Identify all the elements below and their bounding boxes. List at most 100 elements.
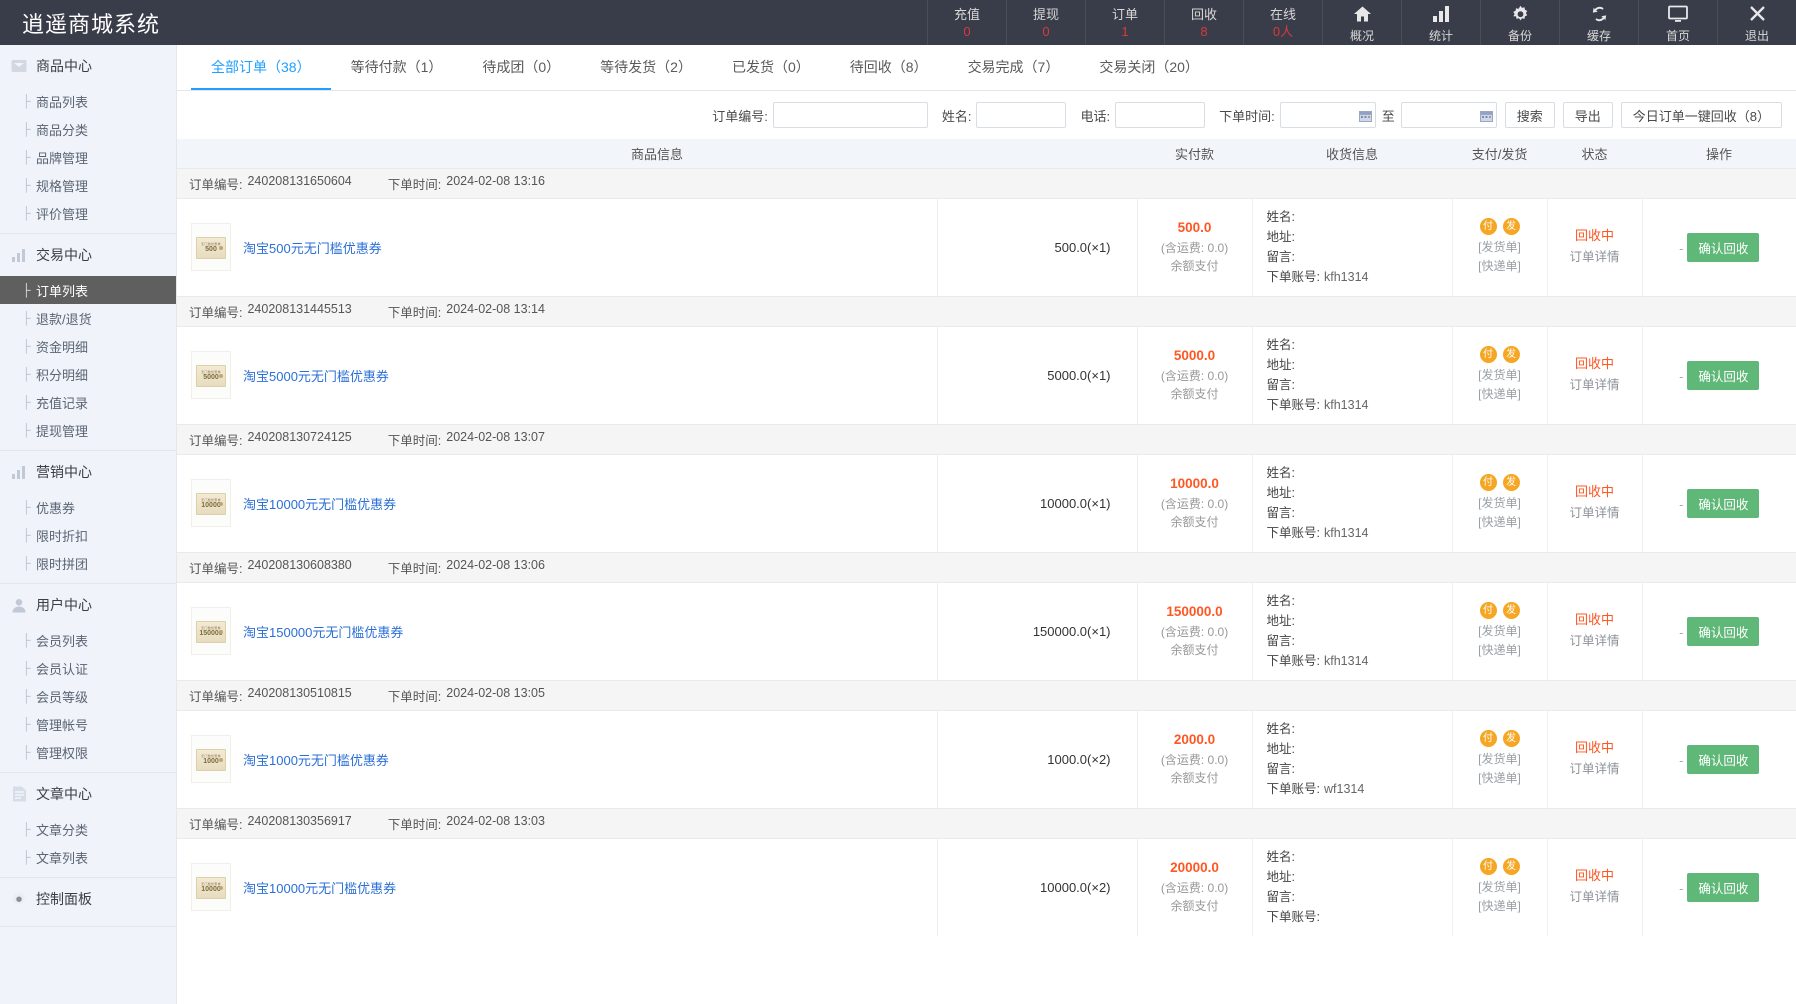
- order-no-field[interactable]: 订单编号:: [712, 102, 928, 128]
- express-note-link[interactable]: [快递单]: [1453, 897, 1547, 916]
- order-time-value: 2024-02-08 13:03: [446, 813, 545, 828]
- product-name-link[interactable]: 淘宝10000元无门槛优惠券: [243, 878, 396, 897]
- date-start-wrap[interactable]: [1279, 102, 1376, 128]
- tab-3[interactable]: 等待发货（2）: [580, 45, 712, 90]
- date-end-wrap[interactable]: [1400, 102, 1497, 128]
- order-account-label: 下单账号:: [1266, 270, 1320, 285]
- confirm-recycle-button[interactable]: 确认回收: [1687, 232, 1760, 262]
- order-detail-link[interactable]: 订单详情: [1548, 631, 1642, 652]
- sidebar-group-header[interactable]: 商品中心: [0, 45, 176, 87]
- sidebar-item-品牌管理[interactable]: ├ 品牌管理: [0, 143, 176, 171]
- order-detail-link[interactable]: 订单详情: [1548, 887, 1642, 908]
- express-note-link[interactable]: [快递单]: [1453, 769, 1547, 788]
- product-name-link[interactable]: 淘宝150000元无门槛优惠券: [243, 622, 403, 641]
- confirm-recycle-button[interactable]: 确认回收: [1687, 616, 1760, 646]
- order-time-label: 下单时间:: [387, 305, 442, 320]
- topbar-nav-退出[interactable]: 退出: [1717, 0, 1796, 45]
- product-name-link[interactable]: 淘宝500元无门槛优惠券: [243, 238, 382, 257]
- order-detail-link[interactable]: 订单详情: [1548, 503, 1642, 524]
- search-button[interactable]: 搜索: [1504, 102, 1555, 128]
- tab-5[interactable]: 待回收（8）: [830, 45, 948, 90]
- confirm-recycle-button[interactable]: 确认回收: [1687, 872, 1760, 902]
- sidebar-item-会员认证[interactable]: ├ 会员认证: [0, 654, 176, 682]
- action-dash: -: [1679, 752, 1684, 768]
- express-note-link[interactable]: [快递单]: [1453, 513, 1547, 532]
- table-row: 无门槛优惠券 150000 淘宝150000元无门槛优惠券 150000.0(×1) 1…: [177, 582, 1796, 680]
- sidebar-item-管理权限[interactable]: ├ 管理权限: [0, 738, 176, 766]
- phone-input[interactable]: [1115, 102, 1206, 128]
- product-name-link[interactable]: 淘宝1000元无门槛优惠券: [243, 750, 389, 769]
- tab-4[interactable]: 已发货（0）: [712, 45, 830, 90]
- product-name-link[interactable]: 淘宝10000元无门槛优惠券: [243, 494, 396, 513]
- tab-7[interactable]: 交易关闭（20）: [1079, 45, 1219, 90]
- shipping-note-link[interactable]: [发货单]: [1453, 494, 1547, 513]
- name-input[interactable]: [976, 102, 1067, 128]
- date-start-input[interactable]: [1279, 102, 1376, 128]
- date-end-input[interactable]: [1400, 102, 1497, 128]
- sidebar-item-积分明细[interactable]: ├ 积分明细: [0, 360, 176, 388]
- express-note-link[interactable]: [快递单]: [1453, 385, 1547, 404]
- date-range-field[interactable]: 下单时间: 至: [1219, 102, 1497, 128]
- sidebar[interactable]: 商品中心 ├ 商品列表 ├ 商品分类 ├ 品牌管理 ├ 规格管理 ├ 评价管理交易中心 ├ 订单列表 ├ 退…: [0, 45, 177, 1004]
- sidebar-item-资金明细[interactable]: ├ 资金明细: [0, 332, 176, 360]
- sidebar-item-评价管理[interactable]: ├ 评价管理: [0, 199, 176, 227]
- shipping-note-link[interactable]: [发货单]: [1453, 622, 1547, 641]
- sidebar-item-管理帐号[interactable]: ├ 管理帐号: [0, 710, 176, 738]
- sidebar-item-规格管理[interactable]: ├ 规格管理: [0, 171, 176, 199]
- phone-field[interactable]: 电话:: [1080, 102, 1206, 128]
- filter-bar[interactable]: 订单编号: 姓名: 电话: 下单时间: 至 搜索 导出 今日订单一键回收（8）: [177, 91, 1796, 139]
- action-dash: -: [1679, 496, 1684, 512]
- sidebar-item-限时折扣[interactable]: ├ 限时折扣: [0, 521, 176, 549]
- sidebar-group-header[interactable]: 交易中心: [0, 234, 176, 276]
- sidebar-item-会员列表[interactable]: ├ 会员列表: [0, 626, 176, 654]
- sidebar-item-限时拼团[interactable]: ├ 限时拼团: [0, 549, 176, 577]
- sidebar-item-商品列表[interactable]: ├ 商品列表: [0, 87, 176, 115]
- tab-1[interactable]: 等待付款（1）: [331, 45, 463, 90]
- name-field[interactable]: 姓名:: [942, 102, 1067, 128]
- express-note-link[interactable]: [快递单]: [1453, 641, 1547, 660]
- status-cell: 回收中 订单详情: [1546, 326, 1643, 424]
- product-thumbnail: 无门槛优惠券 10000: [191, 863, 231, 911]
- freight-prefix: (含运费:: [1160, 496, 1205, 511]
- sidebar-item-优惠券[interactable]: ├ 优惠券: [0, 493, 176, 521]
- confirm-recycle-button[interactable]: 确认回收: [1687, 488, 1760, 518]
- tab-6[interactable]: 交易完成（7）: [948, 45, 1080, 90]
- order-account-value: kfh1314: [1324, 526, 1369, 541]
- order-status-tabs[interactable]: 全部订单（38） 等待付款（1） 待成团（0） 等待发货（2） 已发货（0） 待回收（8）…: [177, 45, 1796, 91]
- sidebar-group-header[interactable]: 文章中心: [0, 773, 176, 815]
- tab-2[interactable]: 待成团（0）: [462, 45, 580, 90]
- status-cell: 回收中 订单详情: [1546, 710, 1643, 808]
- sidebar-item-文章分类[interactable]: ├ 文章分类: [0, 815, 176, 843]
- sidebar-item-退款/退货[interactable]: ├ 退款/退货: [0, 304, 176, 332]
- sidebar-group-header[interactable]: 用户中心: [0, 584, 176, 626]
- order-detail-link[interactable]: 订单详情: [1548, 759, 1642, 780]
- shipping-note-link[interactable]: [发货单]: [1453, 366, 1547, 385]
- topbar-nav-概况[interactable]: 概况: [1322, 0, 1401, 45]
- topbar-nav-首页[interactable]: 首页: [1638, 0, 1717, 45]
- sidebar-item-文章列表[interactable]: ├ 文章列表: [0, 843, 176, 871]
- tab-0[interactable]: 全部订单（38）: [191, 45, 331, 90]
- express-note-link[interactable]: [快递单]: [1453, 257, 1547, 276]
- export-button[interactable]: 导出: [1562, 102, 1613, 128]
- sidebar-item-会员等级[interactable]: ├ 会员等级: [0, 682, 176, 710]
- shipping-note-link[interactable]: [发货单]: [1453, 238, 1547, 257]
- sidebar-item-订单列表[interactable]: ├ 订单列表: [0, 276, 176, 304]
- topbar-nav-缓存[interactable]: 缓存: [1559, 0, 1638, 45]
- sidebar-group-header[interactable]: 控制面板: [0, 878, 176, 920]
- shipping-note-link[interactable]: [发货单]: [1453, 878, 1547, 897]
- sidebar-group-header[interactable]: 营销中心: [0, 451, 176, 493]
- sidebar-item-提现管理[interactable]: ├ 提现管理: [0, 416, 176, 444]
- topbar-nav-统计[interactable]: 统计: [1401, 0, 1480, 45]
- bulk-recycle-button[interactable]: 今日订单一键回收（8）: [1620, 102, 1782, 128]
- shipping-note-link[interactable]: [发货单]: [1453, 750, 1547, 769]
- confirm-recycle-button[interactable]: 确认回收: [1687, 360, 1760, 390]
- order-detail-link[interactable]: 订单详情: [1548, 247, 1642, 268]
- topbar-nav-备份[interactable]: 备份: [1480, 0, 1559, 45]
- sidebar-item-商品分类[interactable]: ├ 商品分类: [0, 115, 176, 143]
- order-no-input[interactable]: [772, 102, 928, 128]
- confirm-recycle-button[interactable]: 确认回收: [1687, 744, 1760, 774]
- sidebar-item-充值记录[interactable]: ├ 充值记录: [0, 388, 176, 416]
- product-name-link[interactable]: 淘宝5000元无门槛优惠券: [243, 366, 389, 385]
- order-detail-link[interactable]: 订单详情: [1548, 375, 1642, 396]
- thumb-dot-icon: [219, 886, 223, 890]
